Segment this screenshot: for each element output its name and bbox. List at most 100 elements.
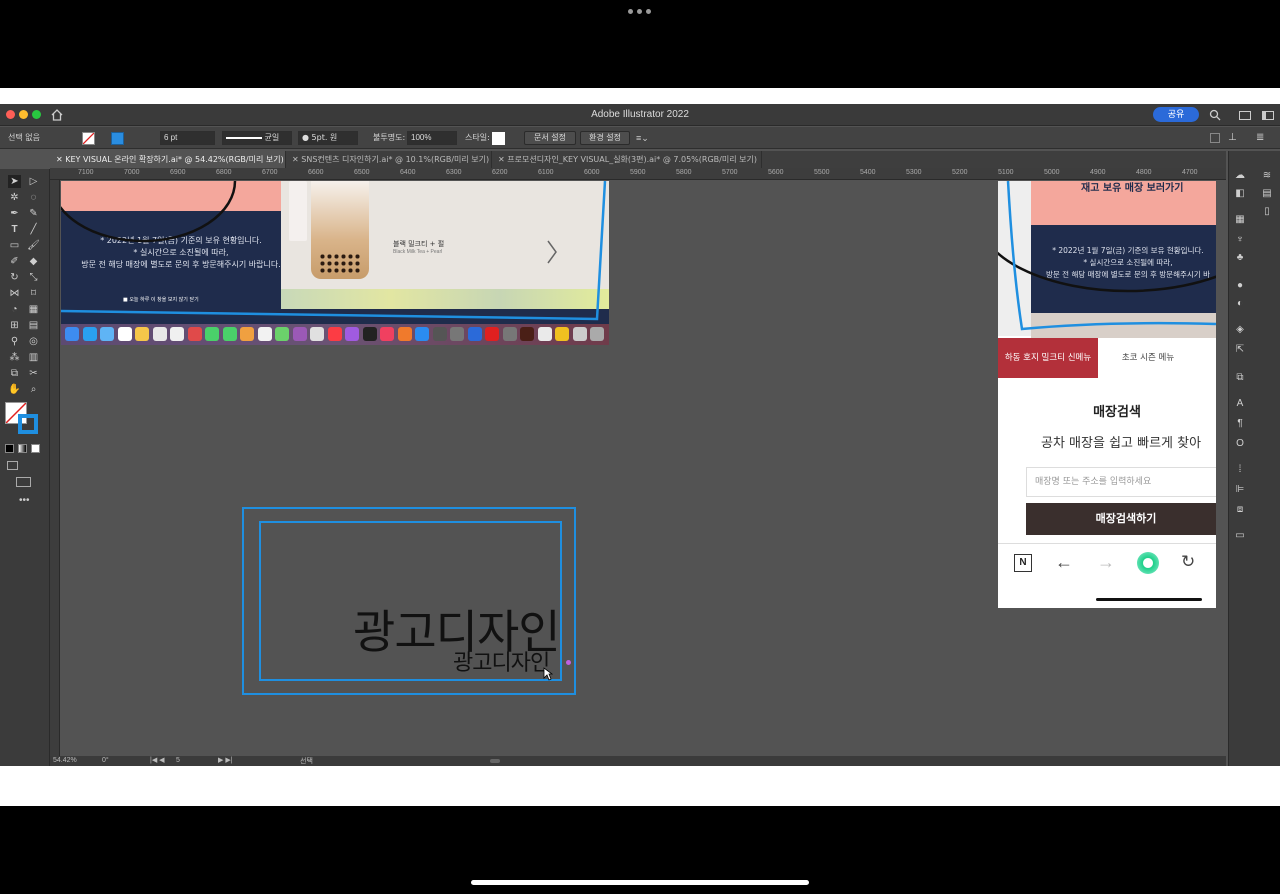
gradient-mode-icon[interactable] bbox=[18, 444, 27, 453]
fill-swatch[interactable] bbox=[82, 132, 95, 145]
libraries-icon[interactable]: ≋ bbox=[1260, 169, 1274, 183]
stroke-profile-select[interactable]: 균일 bbox=[222, 131, 292, 145]
line-tool-icon[interactable]: ╱ bbox=[27, 223, 40, 236]
type-tool-icon[interactable]: T bbox=[8, 223, 21, 236]
brush-select[interactable]: ● 5pt. 원 bbox=[298, 131, 358, 145]
slice-tool-icon[interactable]: ✂ bbox=[27, 367, 40, 380]
symbol-sprayer-tool-icon[interactable]: ⁂ bbox=[8, 351, 21, 364]
rectangle-tool-icon[interactable]: ▭ bbox=[8, 239, 21, 252]
rotation-view[interactable]: 0° bbox=[102, 756, 109, 766]
search-icon[interactable] bbox=[1209, 109, 1221, 121]
free-transform-tool-icon[interactable]: ⌑ bbox=[27, 287, 40, 300]
learn-icon[interactable]: ▯ bbox=[1260, 205, 1274, 219]
shaper-tool-icon[interactable]: ✐ bbox=[8, 255, 21, 268]
artboards-icon[interactable]: ⧉ bbox=[1233, 371, 1247, 385]
curvature-tool-icon[interactable]: ✎ bbox=[27, 207, 40, 220]
layers-icon[interactable]: ◈ bbox=[1233, 323, 1247, 337]
transform-panel-icon[interactable]: ⁞ bbox=[1233, 463, 1247, 477]
horizontal-scroll-thumb[interactable] bbox=[490, 759, 500, 763]
tool-mode: 선택 bbox=[300, 757, 313, 765]
arrange-icon[interactable]: ≡⌄ bbox=[636, 133, 649, 144]
gradient-tool-icon[interactable]: ▤ bbox=[27, 319, 40, 332]
lasso-tool-icon[interactable]: ◌ bbox=[27, 191, 40, 204]
naver-icon[interactable]: N bbox=[1014, 554, 1032, 572]
rotate-tool-icon[interactable]: ↻ bbox=[8, 271, 21, 284]
share-button[interactable]: 공유 bbox=[1153, 107, 1199, 122]
control-menu-icon[interactable]: ≣ bbox=[1256, 132, 1264, 143]
arrange-documents-icon[interactable] bbox=[1239, 111, 1251, 120]
tab-promotion[interactable]: ✕ 프로모션디자인_KEY VISUAL_실화(3편).ai* @ 7.05%(… bbox=[492, 151, 762, 168]
align-icon[interactable] bbox=[1210, 133, 1220, 143]
multitask-dots[interactable] bbox=[628, 9, 651, 14]
stroke-swatch[interactable] bbox=[111, 132, 124, 145]
anchor-point[interactable] bbox=[566, 660, 571, 665]
more-tools-icon[interactable]: ••• bbox=[19, 495, 30, 506]
graph-tool-icon[interactable]: ▥ bbox=[27, 351, 40, 364]
preferences-button[interactable]: 환경 설정 bbox=[580, 131, 630, 145]
direct-selection-tool-icon[interactable]: ▷ bbox=[27, 175, 40, 188]
selection-tool-icon[interactable]: ➤ bbox=[8, 175, 21, 188]
scale-tool-icon[interactable]: ⤡ bbox=[27, 271, 40, 284]
left-artboard[interactable]: 블랙 밀크티 + 펄 Black Milk Tea + Pearl * 2022… bbox=[61, 181, 609, 345]
stroke-weight-field[interactable]: 6 pt bbox=[160, 131, 215, 145]
store-search-input[interactable]: 매장명 또는 주소를 입력하세요 bbox=[1026, 467, 1216, 497]
green-dot-icon[interactable] bbox=[1137, 552, 1159, 574]
artboard-tool-icon[interactable]: ⧉ bbox=[8, 367, 21, 380]
artboard-next-icon[interactable]: ▶ ▶| bbox=[218, 756, 233, 766]
zoom-level[interactable]: 54.42% bbox=[53, 756, 77, 766]
tab-hojicha-menu[interactable]: 하동 호지 밀크티 신메뉴 bbox=[998, 338, 1098, 378]
eraser-tool-icon[interactable]: ◆ bbox=[27, 255, 40, 268]
tab-sns-content[interactable]: ✕ SNS컨텐츠 디자인하기.ai* @ 10.1%(RGB/미리 보기) bbox=[286, 151, 492, 168]
none-mode-icon[interactable] bbox=[31, 444, 40, 453]
perspective-grid-tool-icon[interactable]: ▦ bbox=[27, 303, 40, 316]
hand-tool-icon[interactable]: ✋ bbox=[8, 383, 21, 396]
graphic-styles-icon[interactable]: ◐ bbox=[1233, 297, 1247, 311]
status-bar: 54.42% 0° |◀ ◀ 5 ▶ ▶| 선택 bbox=[50, 756, 1226, 766]
transform-icon[interactable]: ⊥ bbox=[1228, 132, 1237, 143]
eyedropper-tool-icon[interactable]: ⚲ bbox=[8, 335, 21, 348]
document-setup-button[interactable]: 문서 설정 bbox=[524, 131, 576, 145]
home-indicator[interactable] bbox=[471, 880, 809, 885]
paragraph-icon[interactable]: ¶ bbox=[1233, 417, 1247, 431]
comments-icon[interactable]: ▤ bbox=[1260, 187, 1274, 201]
artboard-navigator-icon[interactable]: |◀ ◀ bbox=[150, 756, 165, 766]
store-search-button[interactable]: 매장검색하기 bbox=[1026, 503, 1216, 535]
brushes-icon[interactable]: ♆ bbox=[1233, 233, 1247, 247]
forward-arrow-icon[interactable]: → bbox=[1097, 552, 1115, 573]
stroke-color-box[interactable] bbox=[18, 414, 38, 434]
align-panel-icon[interactable]: ⊫ bbox=[1233, 483, 1247, 497]
right-artboard[interactable]: 재고 보유 매장 보러가기 * 2022년 1월 7일(금) 기준의 보유 현황… bbox=[998, 181, 1216, 608]
opacity-field[interactable]: 100% bbox=[407, 131, 457, 145]
small-headline-text[interactable]: 광고디자인 bbox=[453, 651, 550, 677]
export-icon[interactable]: ⇱ bbox=[1233, 343, 1247, 357]
tab-choco-menu[interactable]: 초코 시즌 메뉴 bbox=[1098, 338, 1198, 378]
blend-tool-icon[interactable]: ◎ bbox=[27, 335, 40, 348]
artboard-number[interactable]: 5 bbox=[176, 756, 180, 766]
mesh-tool-icon[interactable]: ⊞ bbox=[8, 319, 21, 332]
refresh-icon[interactable]: ↻ bbox=[1181, 552, 1195, 572]
transparency-icon[interactable]: ▭ bbox=[1233, 529, 1247, 543]
zoom-tool-icon[interactable]: ⌕ bbox=[27, 383, 40, 396]
properties-icon[interactable]: ☁ bbox=[1233, 169, 1247, 183]
shape-builder-tool-icon[interactable]: ◔ bbox=[8, 303, 21, 316]
opentype-icon[interactable]: O bbox=[1233, 437, 1247, 451]
width-tool-icon[interactable]: ⋈ bbox=[8, 287, 21, 300]
paintbrush-tool-icon[interactable]: 🖌 bbox=[27, 239, 40, 252]
color-mode-icon[interactable] bbox=[5, 444, 14, 453]
appearance-icon[interactable]: ● bbox=[1233, 279, 1247, 293]
style-swatch[interactable] bbox=[492, 132, 505, 145]
ruler-tick: 6000 bbox=[584, 169, 600, 176]
artboard-canvas[interactable]: 블랙 밀크티 + 펄 Black Milk Tea + Pearl * 2022… bbox=[61, 181, 1216, 756]
symbols-icon[interactable]: ♣ bbox=[1233, 251, 1247, 265]
pen-tool-icon[interactable]: ✒ bbox=[8, 207, 21, 220]
screen-mode-icon[interactable] bbox=[16, 477, 31, 487]
cc-libraries-icon[interactable]: ◧ bbox=[1233, 187, 1247, 201]
magic-wand-tool-icon[interactable]: ✲ bbox=[8, 191, 21, 204]
draw-mode-icon[interactable] bbox=[7, 461, 18, 470]
tab-key-visual[interactable]: ✕ KEY VISUAL 온라인 확장하기.ai* @ 54.42%(RGB/미… bbox=[50, 151, 286, 168]
character-icon[interactable]: A bbox=[1233, 397, 1247, 411]
pathfinder-icon[interactable]: ⧈ bbox=[1233, 503, 1247, 517]
workspace-switcher-icon[interactable] bbox=[1262, 111, 1274, 120]
swatches-icon[interactable]: ▦ bbox=[1233, 213, 1247, 227]
back-arrow-icon[interactable]: ← bbox=[1055, 552, 1073, 573]
